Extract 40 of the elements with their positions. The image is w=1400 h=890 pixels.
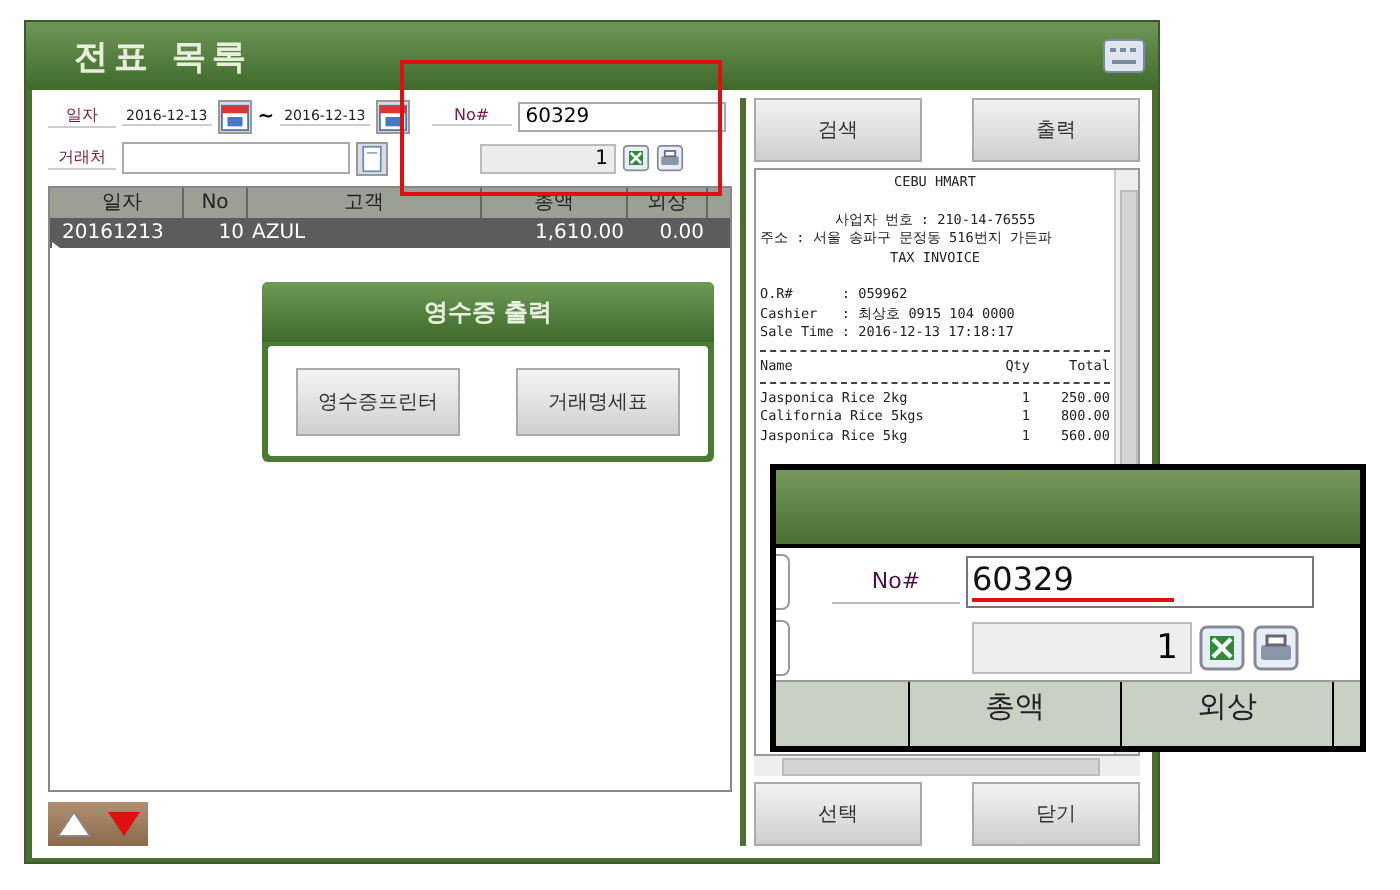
close-button[interactable]: 닫기 bbox=[972, 782, 1140, 846]
column-header: 총액 bbox=[910, 682, 1122, 746]
customer-field[interactable] bbox=[122, 142, 350, 174]
spreadsheet-icon[interactable] bbox=[622, 144, 650, 172]
dialog-title: 영수증 출력 bbox=[262, 282, 714, 342]
printer-icon[interactable] bbox=[1252, 623, 1300, 671]
customer-label: 거래처 bbox=[48, 146, 116, 170]
down-triangle-icon bbox=[105, 810, 141, 838]
move-up-button[interactable] bbox=[48, 802, 98, 846]
keyboard-icon[interactable] bbox=[1102, 38, 1146, 74]
count-value: 1 bbox=[595, 147, 608, 169]
button-edge bbox=[776, 553, 790, 609]
number-value: 60329 bbox=[972, 560, 1174, 602]
calendar-icon[interactable] bbox=[217, 99, 252, 133]
window-title: 전표 목록 bbox=[74, 35, 252, 79]
spreadsheet-icon[interactable] bbox=[1198, 623, 1246, 671]
column-header: 외상 bbox=[1122, 682, 1334, 746]
number-field[interactable]: 60329 bbox=[966, 555, 1314, 607]
table-cell-text: 10 bbox=[216, 220, 246, 248]
print-option-button[interactable]: 거래명세표 bbox=[516, 367, 680, 435]
select-button[interactable]: 선택 bbox=[754, 782, 922, 846]
table-cell-text: AZUL bbox=[250, 220, 308, 248]
search-button[interactable]: 검색 bbox=[754, 98, 922, 162]
table-cell-text: 20161213 bbox=[60, 220, 166, 248]
date-label: 일자 bbox=[48, 104, 116, 128]
print-button[interactable]: 출력 bbox=[972, 98, 1140, 162]
printer-icon[interactable] bbox=[656, 144, 684, 172]
print-option-button[interactable]: 영수증프린터 bbox=[296, 367, 460, 435]
table-cell-text: 0.00 bbox=[657, 220, 706, 248]
number-field[interactable]: 60329 bbox=[517, 101, 726, 131]
document-icon[interactable] bbox=[356, 141, 388, 175]
horizontal-scrollbar[interactable] bbox=[754, 756, 1140, 776]
count-field: 1 bbox=[972, 621, 1192, 673]
table-row[interactable]: 20161213 10 AZUL 1,610.00 0.00 bbox=[50, 218, 730, 248]
table-cell-text: 1,610.00 bbox=[532, 220, 626, 248]
number-label: No# bbox=[832, 559, 960, 603]
range-separator: ~ bbox=[257, 105, 275, 127]
number-label: No# bbox=[431, 106, 512, 126]
up-triangle-icon bbox=[55, 810, 91, 838]
button-edge bbox=[776, 619, 790, 675]
